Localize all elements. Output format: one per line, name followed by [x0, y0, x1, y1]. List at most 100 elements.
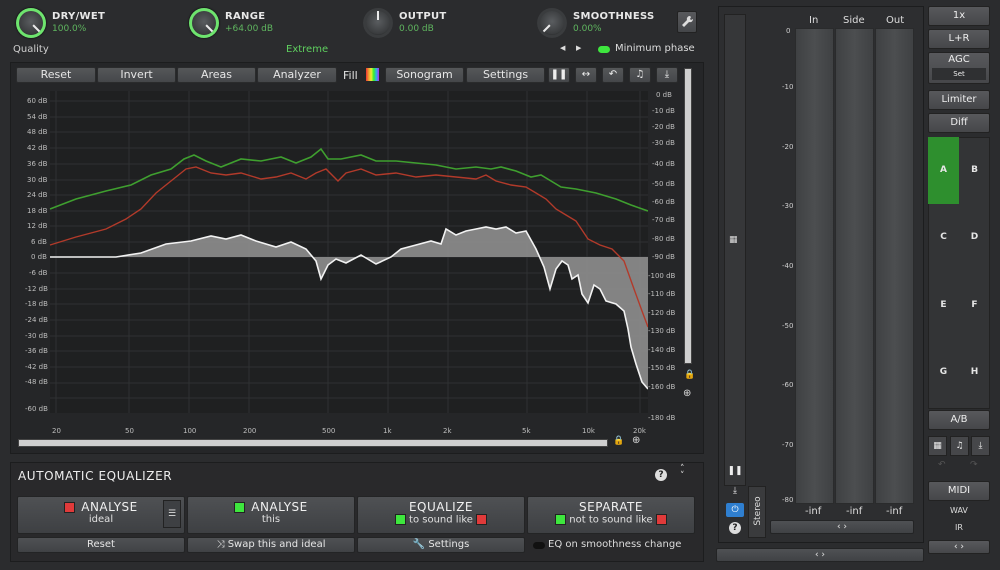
- agc-set-button[interactable]: Set: [932, 68, 986, 80]
- menu-button[interactable]: ☰: [163, 500, 181, 528]
- sonogram-button[interactable]: Sonogram: [385, 67, 464, 83]
- export-button[interactable]: ⤓: [656, 67, 678, 83]
- spectrum-color-icon[interactable]: [366, 68, 379, 81]
- power-button[interactable]: ⏻: [726, 503, 744, 517]
- auto-eq-settings-button[interactable]: 🔧 Settings: [357, 537, 525, 553]
- limiter-button[interactable]: Limiter: [928, 90, 990, 110]
- midi-button[interactable]: MIDI: [928, 481, 990, 501]
- db-tick: 42 dB: [27, 144, 48, 152]
- meter-expand-button[interactable]: ‹ ›: [770, 520, 914, 534]
- meter-export-button[interactable]: ⤓: [727, 486, 743, 500]
- fill-label[interactable]: Fill: [343, 69, 358, 82]
- areas-button[interactable]: Areas: [177, 67, 256, 83]
- meter-tick: 0: [786, 27, 791, 35]
- slot-f-button[interactable]: F: [959, 300, 990, 310]
- dry-wet-value[interactable]: 100.0%: [52, 24, 86, 34]
- meter-tick: -50: [782, 322, 794, 330]
- separate-button[interactable]: SEPARATE not to sound like: [527, 496, 695, 534]
- lr-button[interactable]: L+R: [928, 29, 990, 49]
- range-knob[interactable]: [189, 8, 219, 38]
- vertical-scrollbar[interactable]: [684, 68, 692, 364]
- grid-view-button[interactable]: ▦: [928, 436, 947, 456]
- note-button[interactable]: ♫: [629, 67, 651, 83]
- freq-tick: 20: [52, 427, 61, 435]
- ab-button[interactable]: A/B: [928, 410, 990, 430]
- ir-label[interactable]: IR: [955, 523, 963, 532]
- slot-c-button[interactable]: C: [928, 232, 959, 242]
- db-tick: -10 dB: [652, 107, 675, 115]
- eq-smooth-toggle[interactable]: [533, 542, 545, 549]
- sidebar-expand-button[interactable]: ‹ ›: [928, 540, 990, 554]
- min-phase-label: Minimum phase: [615, 43, 695, 54]
- analyzer-button[interactable]: Analyzer: [257, 67, 337, 83]
- meter-bar-side: [835, 28, 874, 504]
- zoom-in-icon-horizontal[interactable]: ⊕: [632, 435, 640, 446]
- output-knob[interactable]: [363, 8, 393, 38]
- settings-button[interactable]: Settings: [466, 67, 545, 83]
- meter-pause-button[interactable]: ❚❚: [727, 466, 743, 480]
- redo-side-icon[interactable]: ↷: [970, 460, 978, 470]
- db-tick: -18 dB: [25, 300, 48, 308]
- min-phase-toggle[interactable]: [598, 46, 610, 53]
- meter-col-out: Out: [886, 15, 905, 26]
- export-side-button[interactable]: ⤓: [971, 436, 990, 456]
- prev-arrow[interactable]: ◀: [560, 44, 565, 52]
- fit-icon: ↔: [581, 69, 591, 80]
- wav-label[interactable]: WAV: [950, 506, 968, 515]
- output-label: OUTPUT: [399, 11, 447, 22]
- smoothness-knob[interactable]: [537, 8, 567, 38]
- meter-tick: -40: [782, 262, 794, 270]
- wrench-button[interactable]: [677, 11, 697, 33]
- zoom-in-icon-vertical[interactable]: ⊕: [683, 388, 691, 399]
- lock-icon-horizontal[interactable]: 🔒: [613, 436, 624, 446]
- db-tick: -130 dB: [648, 327, 676, 335]
- stereo-mode-button[interactable]: Stereo: [748, 486, 766, 538]
- meter-panel-expand-button[interactable]: ‹ ›: [716, 548, 924, 562]
- undo-side-icon[interactable]: ↶: [938, 460, 946, 470]
- meter-col-in: In: [809, 15, 819, 26]
- lock-icon-vertical[interactable]: 🔒: [684, 370, 695, 380]
- collapse-icon[interactable]: ˄ ˅: [680, 465, 685, 481]
- smoothness-value[interactable]: 0.00%: [573, 24, 602, 34]
- reset-button[interactable]: Reset: [16, 67, 96, 83]
- slot-b-button[interactable]: B: [959, 165, 990, 175]
- wrench-icon: [682, 15, 694, 27]
- auto-eq-reset-button[interactable]: Reset: [17, 537, 185, 553]
- zoom-1x-button[interactable]: 1x: [928, 6, 990, 26]
- db-tick: -110 dB: [648, 290, 676, 298]
- equalize-label: EQUALIZE: [408, 500, 474, 514]
- note-side-button[interactable]: ♫: [950, 436, 969, 456]
- invert-button[interactable]: Invert: [97, 67, 176, 83]
- meter-tick: -10: [782, 83, 794, 91]
- analyse-this-button[interactable]: ANALYSE this: [187, 496, 355, 534]
- spectrum-graph[interactable]: [16, 89, 648, 425]
- swap-button[interactable]: ⤨ Swap this and ideal: [187, 537, 355, 553]
- quality-value[interactable]: Extreme: [286, 44, 328, 55]
- horizontal-scrollbar[interactable]: [18, 439, 608, 447]
- help-icon[interactable]: ?: [655, 469, 667, 481]
- freq-tick: 200: [243, 427, 257, 435]
- db-tick: 60 dB: [27, 97, 48, 105]
- slot-h-button[interactable]: H: [959, 367, 990, 377]
- grid-icon-meter[interactable]: ▦: [729, 235, 738, 245]
- slot-d-button[interactable]: D: [959, 232, 990, 242]
- analyse-ideal-button[interactable]: ANALYSE ideal: [17, 496, 185, 534]
- equalize-button[interactable]: EQUALIZE to sound like: [357, 496, 525, 534]
- dry-wet-knob[interactable]: [16, 8, 46, 38]
- slot-e-button[interactable]: E: [928, 300, 959, 310]
- slot-g-button[interactable]: G: [928, 367, 959, 377]
- output-value[interactable]: 0.00 dB: [399, 24, 434, 34]
- next-arrow[interactable]: ▶: [576, 44, 581, 52]
- db-tick: -48 dB: [25, 378, 48, 386]
- pause-button[interactable]: ❚❚: [548, 67, 570, 83]
- analyse-this-sub: this: [261, 514, 281, 525]
- range-value[interactable]: +64.00 dB: [225, 24, 273, 34]
- range-label: RANGE: [225, 11, 266, 22]
- meter-help-icon[interactable]: ?: [729, 522, 741, 534]
- fit-button[interactable]: ↔: [575, 67, 597, 83]
- undo-button[interactable]: ↶: [602, 67, 624, 83]
- db-tick: -80 dB: [652, 235, 675, 243]
- agc-button[interactable]: AGC Set: [928, 52, 990, 84]
- eq-smooth-label: EQ on smoothness change: [548, 539, 682, 550]
- diff-button[interactable]: Diff: [928, 113, 990, 133]
